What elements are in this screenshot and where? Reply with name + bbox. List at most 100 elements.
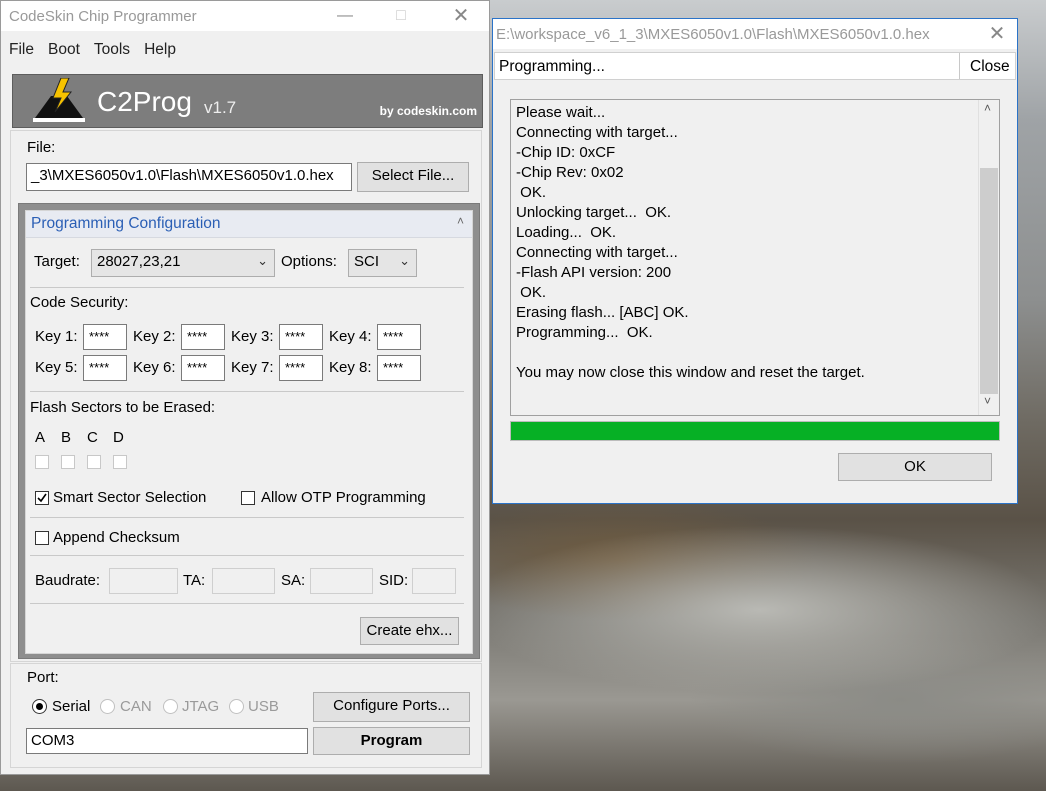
app-name: C2Prog	[97, 86, 192, 117]
ok-button[interactable]: OK	[838, 453, 992, 481]
status-text: Programming...	[499, 58, 605, 75]
scroll-thumb[interactable]	[980, 168, 998, 394]
divider	[30, 517, 464, 518]
key7-label: Key 7:	[231, 359, 274, 376]
key3-input[interactable]: ****	[279, 324, 323, 350]
configure-ports-button[interactable]: Configure Ports...	[313, 692, 470, 722]
sector-b-checkbox[interactable]	[61, 455, 75, 469]
minimize-icon[interactable]: —	[333, 5, 357, 27]
smart-sector-checkbox[interactable]	[35, 491, 49, 505]
sector-a-label: A	[35, 429, 46, 446]
file-path-field[interactable]: _3\MXES6050v1.0\Flash\MXES6050v1.0.hex	[26, 163, 352, 191]
menu-file[interactable]: File	[9, 41, 34, 59]
key6-input[interactable]: ****	[181, 355, 225, 381]
baudrate-field[interactable]	[109, 568, 178, 594]
target-label: Target:	[34, 253, 80, 270]
port-label: Port:	[27, 669, 59, 686]
divider	[30, 287, 464, 288]
create-ehx-button[interactable]: Create ehx...	[360, 617, 459, 645]
sector-c-label: C	[87, 429, 98, 446]
key4-input[interactable]: ****	[377, 324, 421, 350]
key5-label: Key 5:	[35, 359, 78, 376]
log-line: OK.	[516, 284, 547, 301]
allow-otp-checkbox[interactable]	[241, 491, 255, 505]
allow-otp-label: Allow OTP Programming	[261, 489, 426, 506]
flash-sectors-label: Flash Sectors to be Erased:	[30, 399, 216, 416]
programming-configuration-group: Programming Configuration ˄ Target: 2802…	[18, 203, 480, 659]
append-checksum-label: Append Checksum	[53, 529, 180, 546]
key2-label: Key 2:	[133, 328, 176, 345]
program-button[interactable]: Program	[313, 727, 470, 755]
key7-input[interactable]: ****	[279, 355, 323, 381]
dialog-title-bar[interactable]: E:\workspace_v6_1_3\MXES6050v1.0\Flash\M…	[493, 19, 1017, 49]
close-icon[interactable]: ✕	[449, 5, 473, 27]
file-label: File:	[27, 139, 56, 156]
radio-can-label: CAN	[120, 698, 152, 715]
sector-c-checkbox[interactable]	[87, 455, 101, 469]
divider	[30, 555, 464, 556]
key6-label: Key 6:	[133, 359, 176, 376]
close-button[interactable]: Close	[970, 58, 1010, 76]
radio-can[interactable]	[100, 699, 115, 714]
c2prog-window: CodeSkin Chip Programmer — □ ✕ File Boot T…	[0, 0, 490, 775]
key8-input[interactable]: ****	[377, 355, 421, 381]
options-label: Options:	[281, 253, 337, 270]
port-field[interactable]: COM3	[26, 728, 308, 754]
sector-d-checkbox[interactable]	[113, 455, 127, 469]
title-bar[interactable]: CodeSkin Chip Programmer — □ ✕	[1, 1, 489, 31]
log-line: Connecting with target...	[516, 124, 678, 141]
key1-input[interactable]: ****	[83, 324, 127, 350]
sa-field[interactable]	[310, 568, 373, 594]
config-header[interactable]: Programming Configuration ˄	[26, 211, 472, 238]
progress-bar	[510, 421, 1000, 441]
progress-fill	[511, 422, 999, 440]
smart-sector-label: Smart Sector Selection	[53, 489, 207, 506]
code-security-label: Code Security:	[30, 294, 129, 311]
radio-serial[interactable]	[32, 699, 47, 714]
target-select[interactable]: 28027,23,21 ⌄	[91, 249, 275, 277]
collapse-icon[interactable]: ˄	[457, 214, 464, 228]
log-line: -Chip ID: 0xCF	[516, 144, 616, 161]
scroll-up-icon[interactable]: ˄	[984, 101, 991, 115]
key5-input[interactable]: ****	[83, 355, 127, 381]
port-panel: Port: Serial CAN JTAG USB Configure Port…	[10, 663, 482, 768]
dialog-title: E:\workspace_v6_1_3\MXES6050v1.0\Flash\M…	[496, 26, 930, 43]
close-icon[interactable]: ✕	[985, 23, 1009, 45]
key2-input[interactable]: ****	[181, 324, 225, 350]
log-line: Programming... OK.	[516, 324, 653, 341]
ta-field[interactable]	[212, 568, 275, 594]
menu-bar: File Boot Tools Help	[1, 41, 182, 67]
select-file-button[interactable]: Select File...	[357, 162, 469, 192]
sector-a-checkbox[interactable]	[35, 455, 49, 469]
log-line: OK.	[516, 184, 547, 201]
log-line: Connecting with target...	[516, 244, 678, 261]
options-select[interactable]: SCI ⌄	[348, 249, 417, 277]
scroll-down-icon[interactable]: ˅	[984, 394, 991, 408]
sid-field[interactable]	[412, 568, 456, 594]
divider	[30, 603, 464, 604]
ta-label: TA:	[183, 572, 206, 589]
log-line: -Flash API version: 200	[516, 264, 672, 281]
radio-usb[interactable]	[229, 699, 244, 714]
log-lines: Please wait... Connecting with target... -…	[516, 103, 865, 383]
append-checksum-checkbox[interactable]	[35, 531, 49, 545]
maximize-icon[interactable]: □	[389, 5, 413, 27]
log-line: Erasing flash... [ABC] OK.	[516, 304, 689, 321]
sa-label: SA:	[281, 572, 306, 589]
status-divider	[959, 53, 960, 79]
key3-label: Key 3:	[231, 328, 274, 345]
baudrate-label: Baudrate:	[35, 572, 101, 589]
sector-d-label: D	[113, 429, 124, 446]
checkmark-icon	[37, 493, 47, 503]
byline: by codeskin.com	[379, 104, 477, 118]
key8-label: Key 8:	[329, 359, 372, 376]
log-area[interactable]: Please wait... Connecting with target... -…	[510, 99, 1000, 416]
divider	[30, 391, 464, 392]
menu-tools[interactable]: Tools	[94, 41, 130, 59]
app-version: v1.7	[204, 98, 237, 117]
menu-help[interactable]: Help	[144, 41, 176, 59]
scrollbar[interactable]: ˄ ˅	[978, 100, 999, 415]
radio-jtag[interactable]	[163, 699, 178, 714]
menu-boot[interactable]: Boot	[48, 41, 80, 59]
